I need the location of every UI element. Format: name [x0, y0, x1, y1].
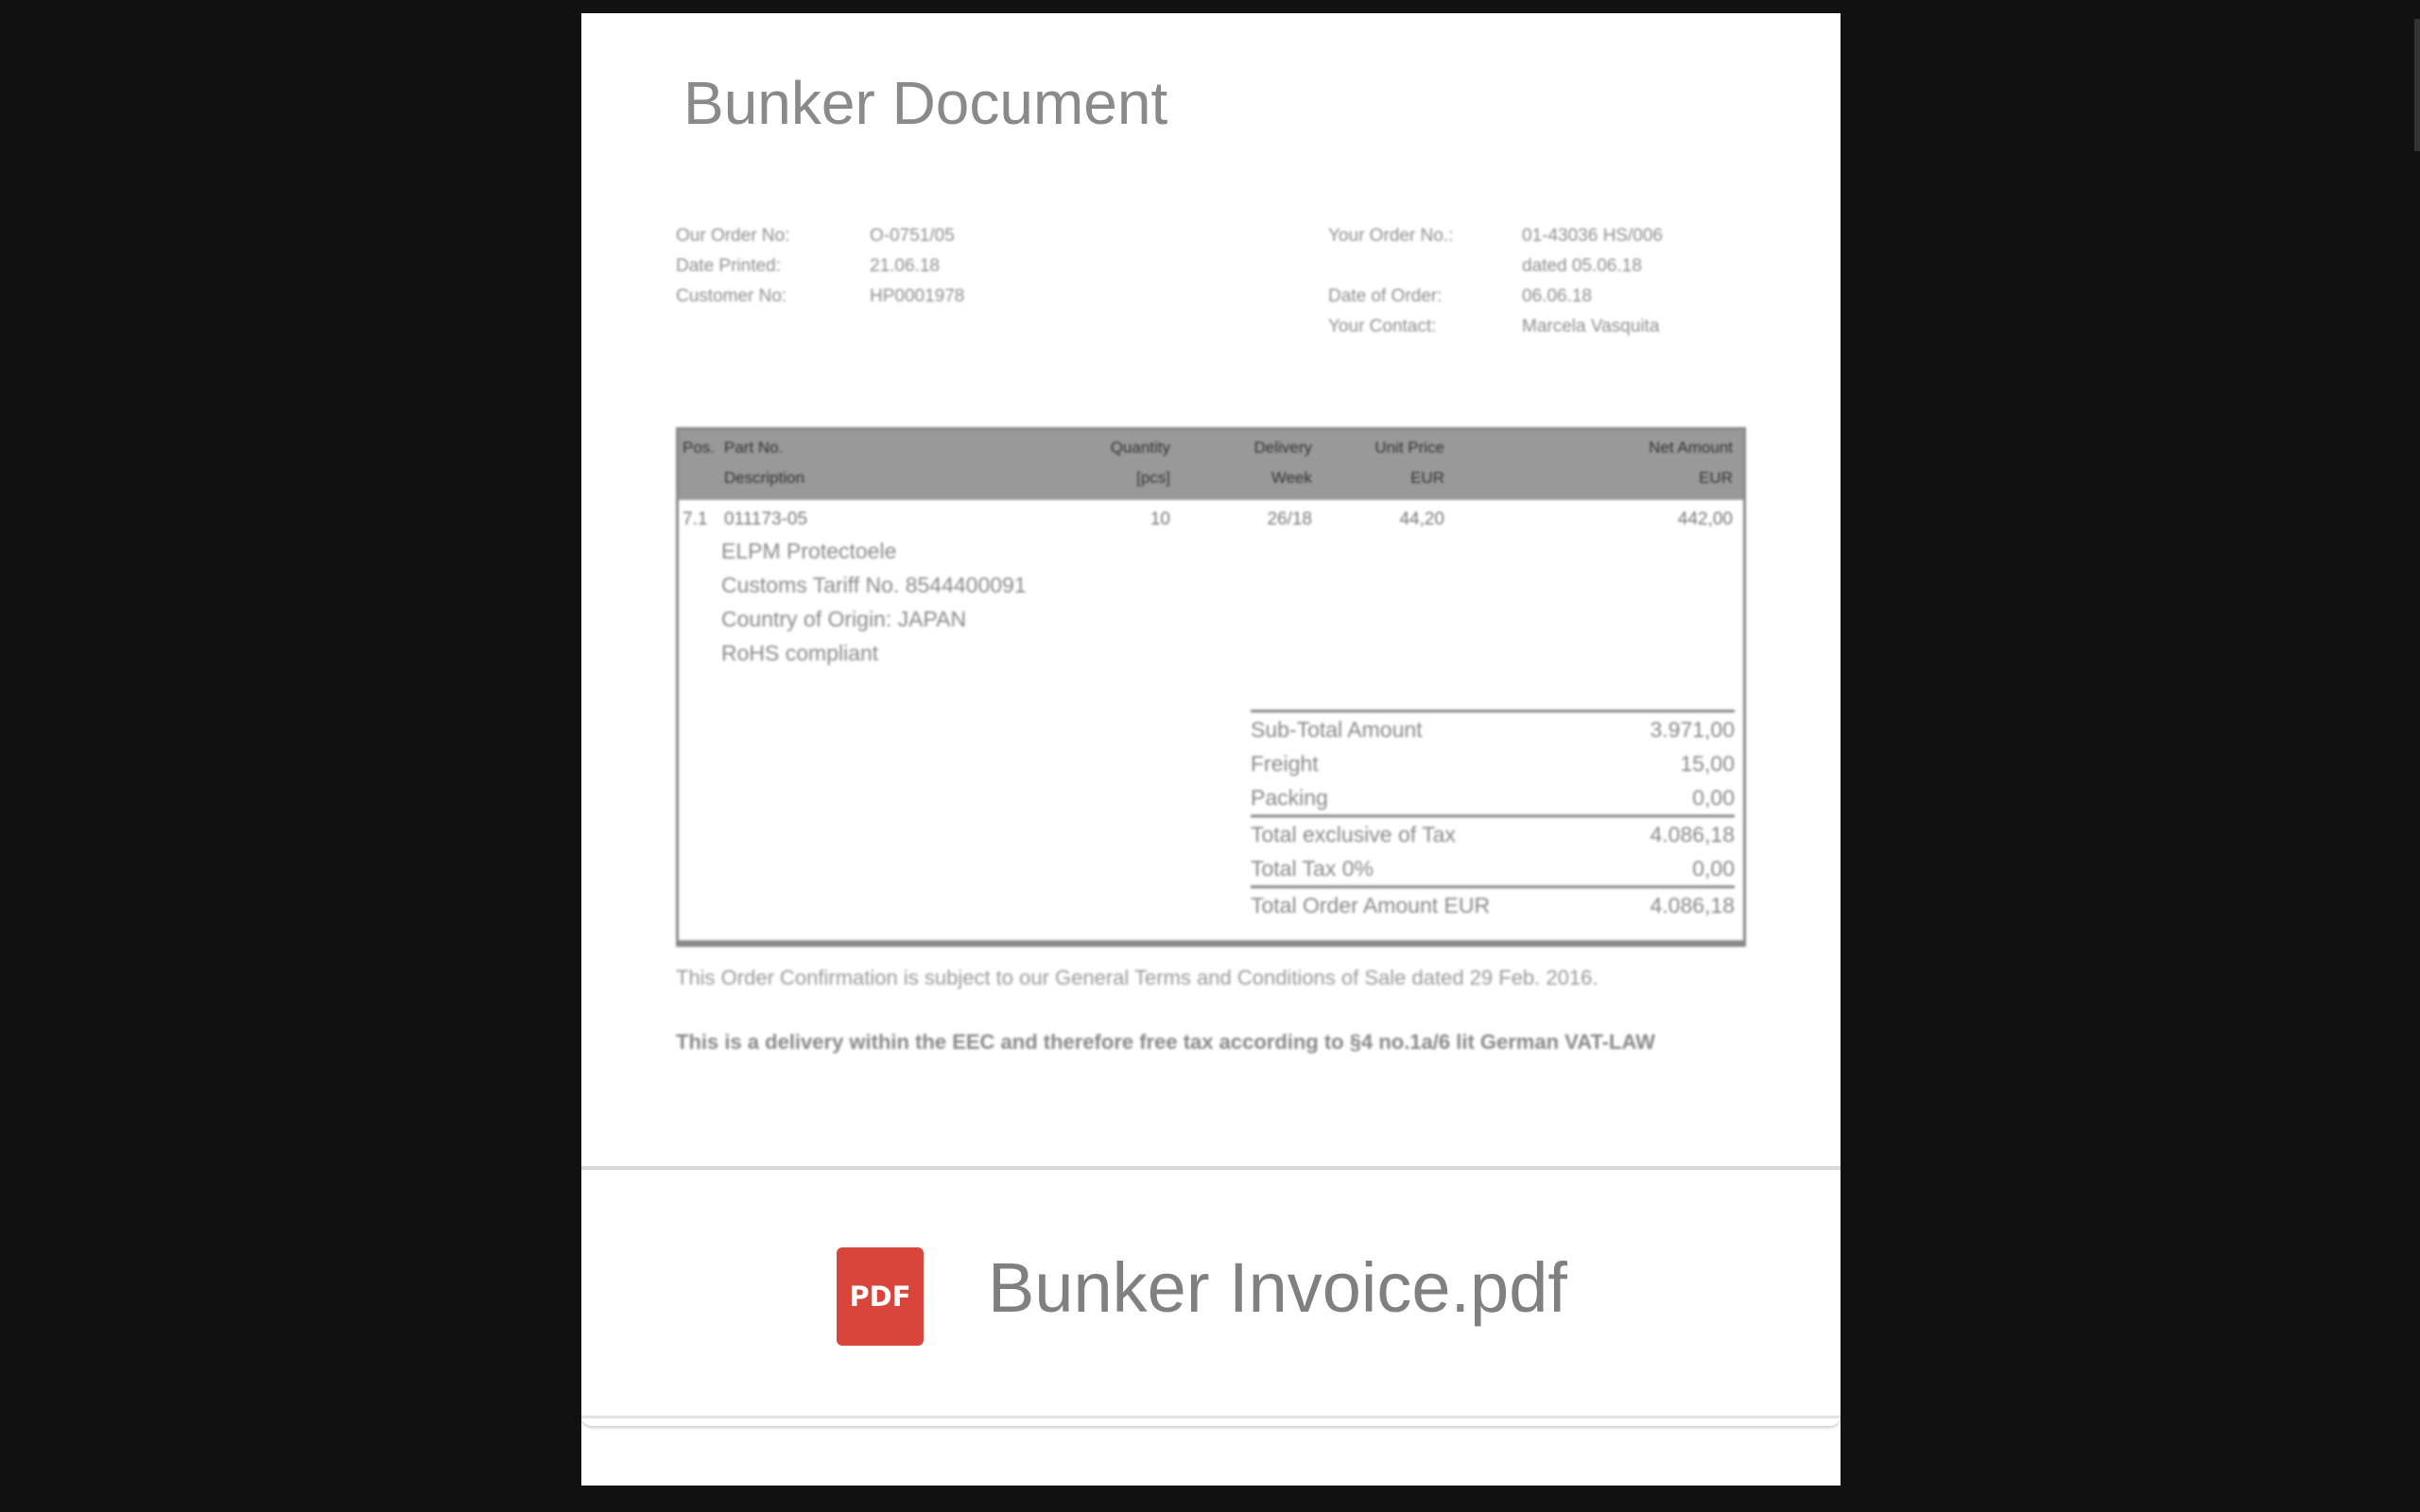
- totals-label: Packing: [1251, 785, 1328, 810]
- totals-row: Freight 15,00: [1251, 747, 1735, 781]
- scrollbar-thumb[interactable]: [2414, 19, 2420, 151]
- totals-label: Total exclusive of Tax: [1251, 822, 1456, 847]
- header-quantity-unit: [pcs]: [1136, 469, 1170, 487]
- document-card: Bunker Document Our Order No: O-0751/05 D…: [581, 13, 1841, 1486]
- totals-value: 0,00: [1692, 856, 1735, 881]
- item-description: ELPM Protectoele Customs Tariff No. 8544…: [721, 534, 1027, 670]
- meta-row: dated 05.06.18: [1328, 251, 1663, 282]
- totals-row: Total Order Amount EUR 4.086,18: [1251, 885, 1735, 922]
- header-net-amount-currency: EUR: [1699, 469, 1733, 487]
- totals-row: Total exclusive of Tax 4.086,18: [1251, 815, 1735, 851]
- meta-label: Date Printed:: [676, 256, 781, 276]
- totals-row: Total Tax 0% 0,00: [1251, 851, 1735, 885]
- row-quantity: 10: [1150, 509, 1170, 529]
- totals-value: 4.086,18: [1650, 893, 1735, 918]
- totals-label: Freight: [1251, 751, 1319, 776]
- header-unit-price: Unit Price: [1374, 438, 1444, 456]
- order-meta-right: Your Order No.: 01-43036 HS/006 dated 05.…: [1328, 221, 1663, 342]
- totals-value: 0,00: [1692, 785, 1735, 810]
- description-line: ELPM Protectoele: [721, 539, 897, 563]
- meta-label: Your Contact:: [1328, 317, 1437, 336]
- meta-row: Date of Order: 06.06.18: [1328, 282, 1663, 312]
- meta-value: 01-43036 HS/006: [1522, 226, 1663, 246]
- terms-note: This Order Confirmation is subject to ou…: [676, 966, 1599, 989]
- header-net-amount: Net Amount: [1649, 438, 1733, 456]
- header-part-no: Part No.: [724, 438, 784, 456]
- row-part-no: 011173-05: [724, 509, 808, 529]
- totals-label: Sub-Total Amount: [1251, 717, 1423, 742]
- totals-row: Sub-Total Amount 3.971,00: [1251, 710, 1735, 747]
- meta-value: HP0001978: [870, 286, 965, 306]
- meta-label: Date of Order:: [1328, 286, 1443, 306]
- meta-label: Our Order No:: [676, 226, 790, 246]
- header-description: Description: [724, 469, 805, 487]
- meta-row: Your Contact: Marcela Vasquita: [1328, 312, 1663, 342]
- totals-value: 15,00: [1680, 751, 1735, 776]
- order-table: Pos. Part No. Description Quantity [pcs]…: [676, 427, 1746, 947]
- row-unit-price: 44,20: [1399, 509, 1444, 529]
- meta-row: Date Printed: 21.06.18: [676, 251, 964, 282]
- totals-value: 3.971,00: [1650, 717, 1735, 742]
- attachment-row[interactable]: PDF Bunker Invoice.pdf: [581, 1170, 1841, 1425]
- vat-note: This is a delivery within the EEC and th…: [676, 1030, 1655, 1054]
- header-delivery-week: Week: [1270, 469, 1312, 487]
- row-delivery: 26/18: [1267, 509, 1312, 529]
- totals-row: Packing 0,00: [1251, 781, 1735, 815]
- meta-value: Marcela Vasquita: [1522, 317, 1660, 336]
- meta-label: Your Order No.:: [1328, 226, 1454, 246]
- order-meta-left: Our Order No: O-0751/05 Date Printed: 21.0…: [676, 221, 964, 312]
- meta-value: 06.06.18: [1522, 286, 1592, 306]
- header-unit-price-currency: EUR: [1410, 469, 1444, 487]
- row-pos: 7.1: [683, 509, 708, 529]
- meta-value: dated 05.06.18: [1522, 256, 1642, 276]
- header-pos: Pos.: [683, 438, 716, 456]
- table-header: Pos. Part No. Description Quantity [pcs]…: [679, 430, 1743, 500]
- meta-label: Customer No:: [676, 286, 787, 306]
- meta-value: 21.06.18: [870, 256, 940, 276]
- totals-value: 4.086,18: [1650, 822, 1735, 847]
- totals-block: Sub-Total Amount 3.971,00 Freight 15,00 Pa…: [1251, 710, 1735, 922]
- meta-label: [1328, 251, 1522, 282]
- meta-row: Our Order No: O-0751/05: [676, 221, 964, 251]
- meta-row: Customer No: HP0001978: [676, 282, 964, 312]
- totals-label: Total Order Amount EUR: [1251, 893, 1491, 918]
- header-delivery: Delivery: [1253, 438, 1312, 456]
- attachment-card-edge: [581, 1416, 1841, 1426]
- meta-value: O-0751/05: [870, 226, 955, 246]
- meta-row: Your Order No.: 01-43036 HS/006: [1328, 221, 1663, 251]
- pdf-icon: PDF: [837, 1247, 924, 1346]
- card-title: Bunker Document: [683, 69, 1168, 137]
- totals-label: Total Tax 0%: [1251, 856, 1374, 881]
- description-line: RoHS compliant: [721, 641, 879, 665]
- attachment-file-name[interactable]: Bunker Invoice.pdf: [988, 1247, 1567, 1328]
- description-line: Customs Tariff No. 8544400091: [721, 573, 1027, 597]
- description-line: Country of Origin: JAPAN: [721, 607, 967, 631]
- row-net-amount: 442,00: [1677, 509, 1733, 529]
- header-quantity: Quantity: [1110, 438, 1170, 456]
